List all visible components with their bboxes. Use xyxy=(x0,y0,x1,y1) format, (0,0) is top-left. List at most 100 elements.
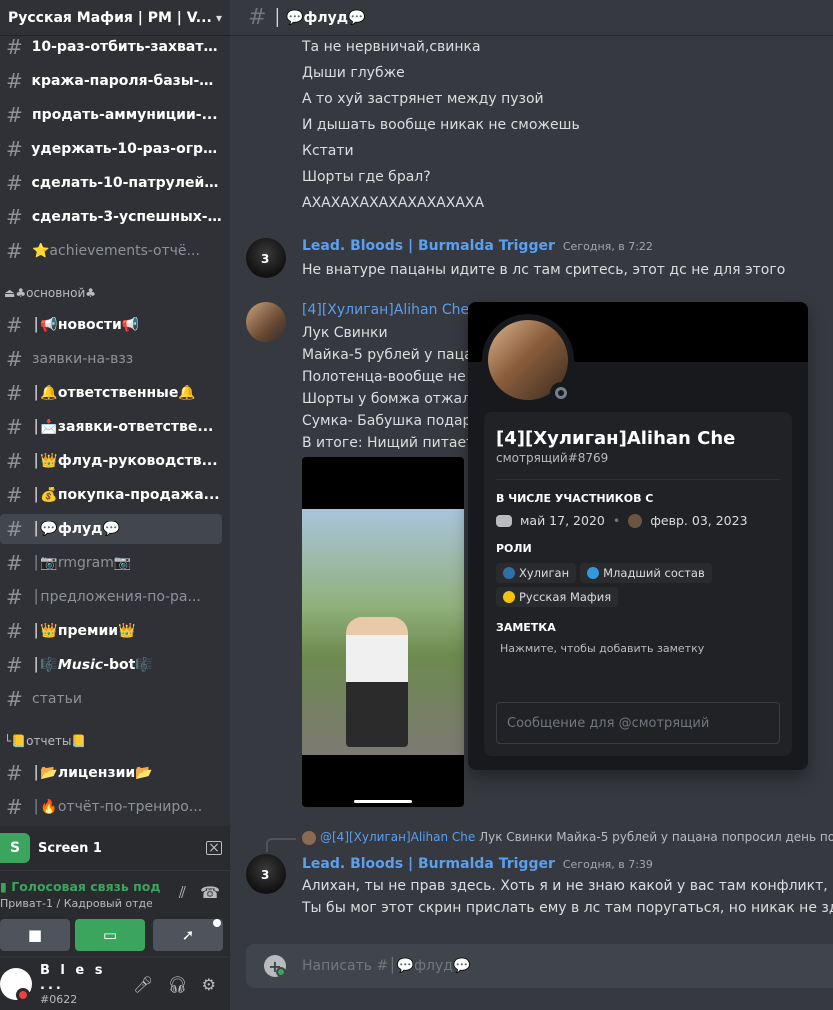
channel-label: │📩заявки-ответстве... xyxy=(32,419,214,435)
user-tag: #0622 xyxy=(40,992,78,1006)
hash-icon: # xyxy=(6,205,23,229)
profile-avatar[interactable] xyxy=(482,314,574,406)
avatar[interactable] xyxy=(246,302,286,342)
note-heading: ЗАМЕТКА xyxy=(496,621,556,634)
author-name[interactable]: [4][Хулиган]Alihan Che xyxy=(302,302,469,318)
channel-item[interactable]: # │💬флуд💬 xyxy=(0,514,222,544)
hash-icon: # xyxy=(6,239,23,263)
user-panel: B l e s ... #0622 🎤︎ 🎧︎ ⚙ xyxy=(0,958,230,1010)
category-header[interactable]: ⏏♣основной♣ xyxy=(0,286,96,306)
role-chip[interactable]: Русская Мафия xyxy=(496,587,619,607)
channel-item[interactable]: # │👑премии👑 xyxy=(0,616,222,646)
channel-item[interactable]: # кража-пароля-базы-д... xyxy=(0,66,222,96)
avatar-image xyxy=(488,320,572,404)
role-color-dot xyxy=(587,567,600,579)
message-text: Сумка- Бабушка подари xyxy=(302,413,481,429)
channel-label: │💰покупка-продажа... xyxy=(32,487,220,503)
image-attachment[interactable] xyxy=(302,457,464,807)
channel-item[interactable]: # продать-аммуниции-... xyxy=(0,100,222,130)
hash-lock-icon: # xyxy=(6,381,23,405)
discord-since: май 17, 2020 xyxy=(520,513,605,528)
home-indicator xyxy=(354,800,412,803)
role-name: Хулиган xyxy=(519,566,570,580)
message-text: Майка-5 рублей у пацан xyxy=(302,347,482,363)
channel-item[interactable]: # │🔥отчёт-по-трениро... xyxy=(0,792,222,820)
channel-item[interactable]: # сделать-3-успешных-... xyxy=(0,202,222,232)
avatar[interactable] xyxy=(246,238,286,278)
category-header[interactable]: └📒отчеты📒 xyxy=(0,734,86,754)
username: B l e s ... xyxy=(40,962,106,993)
message-input[interactable]: Написать #│💬флуд💬 xyxy=(302,958,470,974)
hash-lock-icon: # xyxy=(6,415,23,439)
hash-lock-icon: # xyxy=(6,795,23,819)
chevron-down-icon[interactable]: ▾ xyxy=(216,11,222,25)
channel-item[interactable]: # │💰покупка-продажа... xyxy=(0,480,222,510)
hash-lock-icon: # xyxy=(6,653,23,677)
dnd-status-icon xyxy=(16,988,30,1002)
hash-lock-icon: # xyxy=(6,483,23,507)
camera-button[interactable]: ■ xyxy=(0,919,70,951)
channel-item[interactable]: # │🎼𝙈𝙪𝙨𝙞𝙘-bot🎼 xyxy=(0,650,222,680)
channel-item[interactable]: # удержать-10-раз-огра... xyxy=(0,134,222,164)
screen-badge: S xyxy=(0,833,30,863)
channel-label: │📢новости📢 xyxy=(32,317,140,333)
channel-item[interactable]: # │📷rmgram📷 xyxy=(0,548,222,578)
channel-item[interactable]: # │📩заявки-ответстве... xyxy=(0,412,222,442)
reply-connector xyxy=(266,838,296,852)
voice-channel-label[interactable]: Приват-1 / Кадровый отде... xyxy=(0,897,152,910)
add-attachment-icon[interactable]: + xyxy=(264,955,286,977)
role-chip[interactable]: Хулиган xyxy=(496,563,577,583)
server-header[interactable]: Русская Мафия | РМ | V... ▾ xyxy=(0,0,230,36)
hash-icon: # xyxy=(6,347,23,371)
avatar[interactable] xyxy=(246,854,286,894)
voice-status[interactable]: ▮ Голосовая связь под xyxy=(0,879,160,894)
channel-label: │🎼𝙈𝙪𝙨𝙞𝙘-bot🎼 xyxy=(32,657,153,673)
hash-lock-icon: # xyxy=(6,761,23,785)
microphone-icon[interactable]: 🎤︎ xyxy=(133,975,153,994)
screen-share-button[interactable]: ▭ xyxy=(75,919,145,951)
server-icon xyxy=(628,513,643,528)
author-name[interactable]: Lead. Bloods | Burmalda Trigger xyxy=(302,238,555,254)
note-field[interactable]: Нажмите, чтобы добавить заметку xyxy=(496,642,780,655)
channel-item[interactable]: # │👑флуд-руководств... xyxy=(0,446,222,476)
headphones-icon[interactable]: 🎧︎ xyxy=(167,975,187,994)
channel-item[interactable]: # ⭐achievements-отчё... xyxy=(0,236,222,266)
channel-label: │предложения-по-ра... xyxy=(32,589,201,605)
channel-item[interactable]: # статьи xyxy=(0,684,222,714)
user-names[interactable]: B l e s ... #0622 xyxy=(40,963,133,1006)
hash-icon: # xyxy=(6,137,23,161)
member-since: май 17, 2020 • февр. 03, 2023 xyxy=(496,513,780,528)
signal-icon: ▮ xyxy=(0,879,7,894)
channel-label: │💬флуд💬 xyxy=(32,521,120,537)
channel-item[interactable]: # │🔔ответственные🔔 xyxy=(0,378,222,408)
channel-item[interactable]: #10-раз-отбить-захват-... xyxy=(0,32,222,62)
hash-lock-icon: # xyxy=(6,449,23,473)
channel-label: │🔔ответственные🔔 xyxy=(32,385,196,401)
channel-item[interactable]: # │📢новости📢 xyxy=(0,310,222,340)
reply-avatar xyxy=(302,830,316,845)
channel-label: │🔥отчёт-по-трениро... xyxy=(32,799,203,815)
channel-label: заявки-на-взз xyxy=(32,351,134,367)
hash-lock-icon: # xyxy=(6,551,23,575)
channel-item[interactable]: # │📂лицензии📂 xyxy=(0,758,222,788)
channel-label: статьи xyxy=(32,691,82,707)
close-screen-icon[interactable]: × xyxy=(206,840,222,856)
channel-list: #10-раз-отбить-захват-... # кража-пароля-б… xyxy=(0,30,230,820)
divider: │ xyxy=(272,8,283,27)
disconnect-icon[interactable]: ☎ xyxy=(200,883,220,903)
noise-suppression-icon[interactable]: ⫽ xyxy=(179,883,186,903)
message-header: Lead. Bloods | Burmalda Trigger Сегодня, … xyxy=(302,238,653,254)
gear-icon[interactable]: ⚙ xyxy=(202,975,216,994)
role-chip[interactable]: Младший состав xyxy=(580,563,712,583)
channel-item[interactable]: # заявки-на-взз xyxy=(0,344,222,374)
channel-item[interactable]: # │предложения-по-ра... xyxy=(0,582,222,612)
upload-status-dot xyxy=(276,967,286,977)
dm-message-input[interactable]: Сообщение для @смотрящий xyxy=(496,702,780,744)
channel-label: │👑премии👑 xyxy=(32,623,136,639)
message-text: Алихан, ты не прав здесь. Хоть я и не зн… xyxy=(302,878,833,894)
reply-preview[interactable]: @[4][Хулиган]Alihan Che Лук Свинки Майка… xyxy=(302,830,833,845)
avatar[interactable] xyxy=(0,968,32,1002)
channel-item[interactable]: # сделать-10-патрулей-... xyxy=(0,168,222,198)
author-name[interactable]: Lead. Bloods | Burmalda Trigger xyxy=(302,856,555,872)
reply-text: Лук Свинки Майка-5 рублей у пацана попро… xyxy=(479,830,833,844)
